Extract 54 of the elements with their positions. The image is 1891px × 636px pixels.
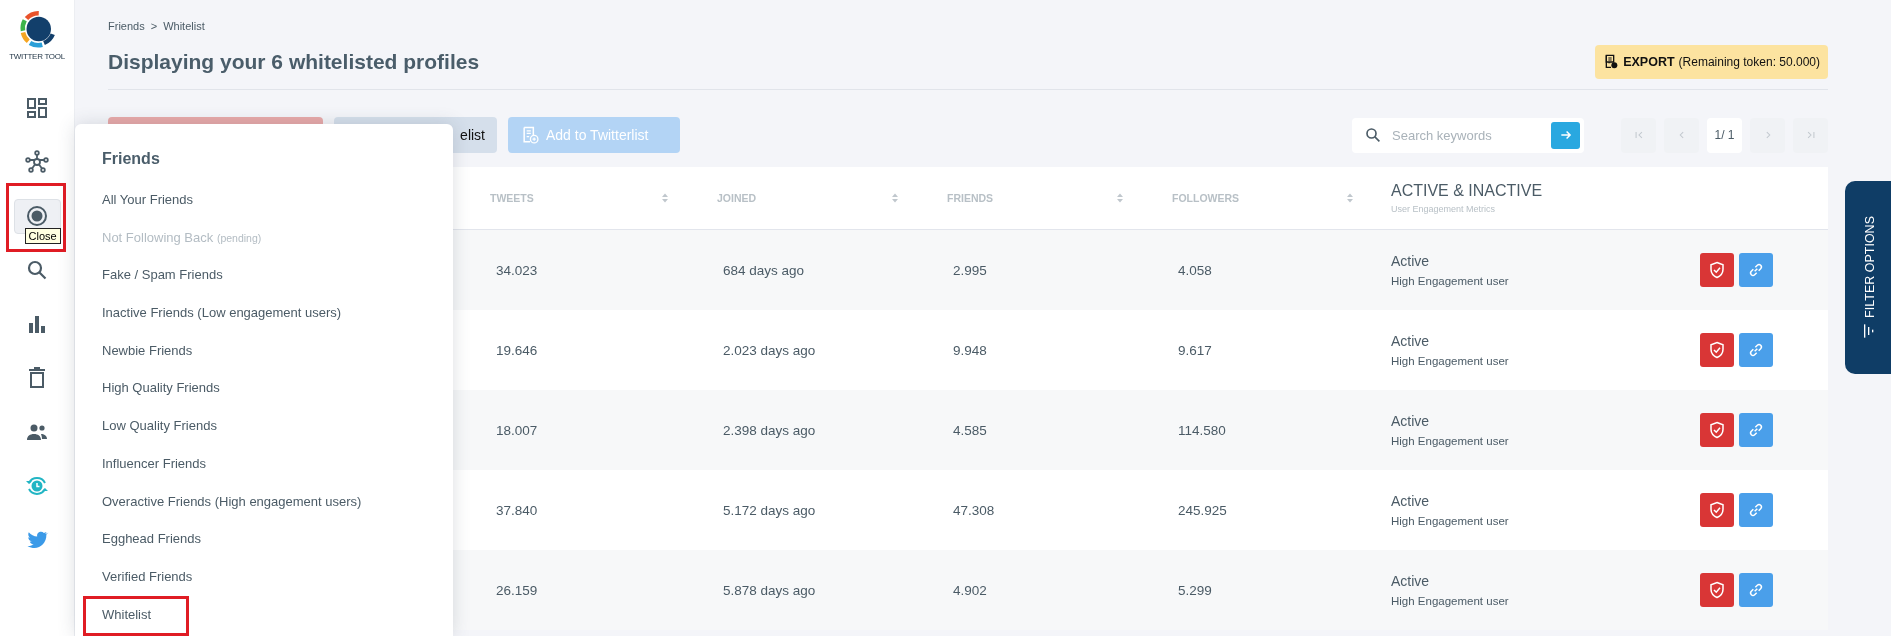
export-button[interactable]: EXPORT (Remaining token: 50.000) — [1595, 44, 1828, 79]
breadcrumb-link[interactable]: Friends — [108, 20, 145, 34]
menu-item[interactable]: Newbie Friends — [102, 340, 193, 379]
table-cell-text: 4.058 — [1177, 262, 1213, 278]
page-title: Displaying your 6 whitelisted profiles — [108, 49, 480, 74]
menu-item[interactable]: Inactive Friends (Low engagement users) — [102, 303, 342, 341]
table-cell-text: 37.840 — [495, 502, 539, 518]
table-cell-text: 2.995 — [952, 262, 988, 278]
breadcrumb-separator: > — [150, 20, 158, 34]
menu-item[interactable]: Influencer Friends — [102, 453, 207, 492]
table-cell-text: 5.878 days ago — [722, 582, 817, 598]
engagement-text: High Engagement user — [1391, 595, 1510, 607]
table-cell-text: 684 days ago — [722, 262, 806, 278]
table-cell-text: 5.172 days ago — [722, 502, 817, 518]
column-subheader: User Engagement Metrics — [1391, 204, 1497, 214]
menu-heading: Friends — [102, 150, 161, 168]
status-text: Active — [1391, 413, 1431, 429]
status-text: Active — [1391, 573, 1431, 589]
table-cell-text: 245.925 — [1177, 502, 1228, 518]
breadcrumb-link[interactable]: Whitelist — [163, 20, 205, 34]
page-indicator[interactable]: 1/ 1 — [1707, 117, 1742, 153]
search-field[interactable]: Search keywords — [1352, 117, 1584, 153]
engagement-text: High Engagement user — [1391, 275, 1510, 287]
table-cell-text: 34.023 — [495, 262, 539, 278]
status-text: Active — [1391, 333, 1431, 349]
menu-item[interactable]: Whitelist — [102, 604, 152, 636]
tooltip: Close — [24, 228, 61, 244]
table-cell-text: 2.023 days ago — [722, 342, 817, 358]
status-text: Active — [1391, 253, 1431, 269]
menu-item[interactable]: Low Quality Friends — [102, 416, 217, 454]
table-cell-text: 9.948 — [952, 342, 988, 358]
menu-item[interactable]: Egghead Friends — [102, 529, 201, 567]
table-cell-text: 9.617 — [1177, 342, 1213, 358]
table-cell-text: 2.398 days ago — [722, 422, 817, 438]
status-text: Active — [1391, 493, 1431, 509]
table-cell-text: 4.902 — [952, 582, 988, 598]
menu-item[interactable]: Overactive Friends (High engagement users) — [102, 491, 362, 530]
table-cell-text: 114.580 — [1177, 422, 1227, 438]
menu-item[interactable]: Fake / Spam Friends — [102, 265, 223, 304]
engagement-text: High Engagement user — [1391, 355, 1510, 367]
table-cell-text: 18.007 — [495, 422, 539, 438]
table-cell-text: 26.159 — [495, 582, 539, 598]
engagement-text: High Engagement user — [1391, 435, 1510, 447]
logo-text: TWITTER TOOL — [9, 52, 65, 61]
menu-item[interactable]: High Quality Friends — [102, 378, 220, 417]
engagement-text: High Engagement user — [1391, 515, 1510, 527]
table-cell-text: 4.585 — [952, 422, 988, 438]
filter-options-tab[interactable]: FILTER OPTIONS — [1845, 181, 1891, 374]
table-cell-text: 5.299 — [1177, 582, 1213, 598]
table-cell-text: 19.646 — [495, 342, 539, 358]
column-header: ACTIVE & INACTIVE — [1391, 182, 1544, 200]
table-cell-text: 47.308 — [952, 502, 996, 518]
menu-item[interactable]: All Your Friends — [102, 190, 194, 228]
menu-item[interactable]: Verified Friends — [102, 566, 193, 605]
